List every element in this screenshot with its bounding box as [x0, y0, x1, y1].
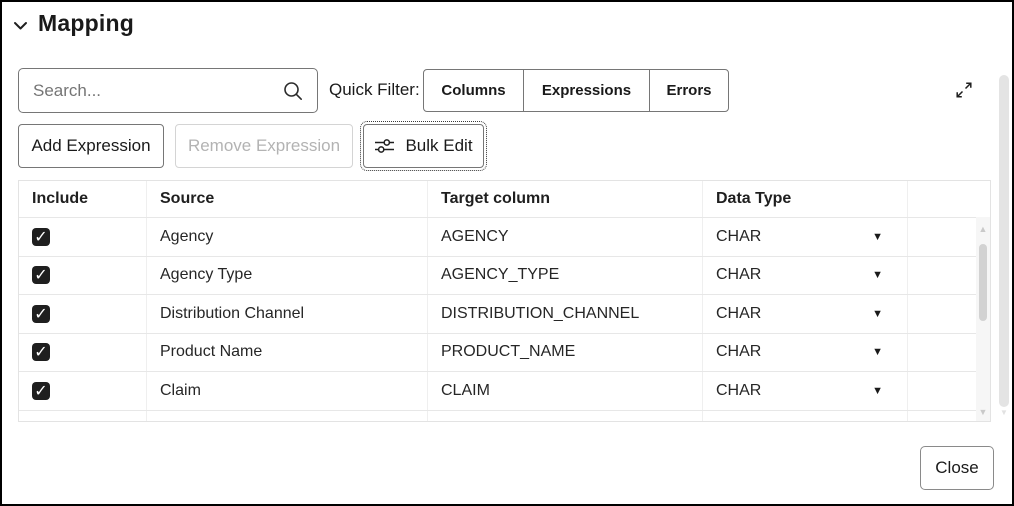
dropdown-arrow-icon[interactable]: ▼	[872, 308, 883, 320]
search-box	[18, 68, 318, 113]
dropdown-arrow-icon[interactable]: ▼	[872, 346, 883, 358]
target-column-cell: CLAIM	[428, 372, 703, 410]
dropdown-arrow-icon[interactable]: ▼	[872, 385, 883, 397]
data-type-dropdown[interactable]: CHAR ▼	[703, 334, 908, 372]
panel-header: Mapping	[12, 10, 134, 37]
quick-filter-label: Quick Filter:	[329, 80, 420, 100]
table-row-partial	[19, 410, 990, 423]
close-button[interactable]: Close	[920, 446, 994, 490]
mapping-panel: Mapping Quick Filter: Columns Expression…	[0, 0, 1014, 506]
dropdown-arrow-icon[interactable]: ▼	[872, 231, 883, 243]
table-row: ✓ Agency AGENCY CHAR ▼	[19, 217, 990, 256]
data-type-dropdown[interactable]: CHAR ▼	[703, 372, 908, 410]
mapping-table: Include Source Target column Data Type ✓…	[18, 180, 991, 422]
source-cell: Agency Type	[147, 257, 428, 295]
data-type-dropdown[interactable]: CHAR ▼	[703, 295, 908, 333]
quick-filter-group: Columns Expressions Errors	[423, 69, 729, 112]
filter-errors-button[interactable]: Errors	[649, 69, 729, 112]
filter-expressions-button[interactable]: Expressions	[523, 69, 650, 112]
remove-expression-button[interactable]: Remove Expression	[175, 124, 353, 168]
source-cell: Agency	[147, 218, 428, 256]
table-header-row: Include Source Target column Data Type	[19, 181, 990, 217]
expand-icon[interactable]	[952, 78, 976, 102]
table-row: ✓ Distribution Channel DISTRIBUTION_CHAN…	[19, 294, 990, 333]
include-checkbox[interactable]: ✓	[32, 343, 50, 361]
table-row: ✓ Product Name PRODUCT_NAME CHAR ▼	[19, 333, 990, 372]
data-type-dropdown[interactable]: CHAR ▼	[703, 218, 908, 256]
include-checkbox[interactable]: ✓	[32, 228, 50, 246]
source-cell: Claim	[147, 372, 428, 410]
target-column-cell: AGENCY	[428, 218, 703, 256]
table-scroll-up-icon[interactable]: ▲	[976, 224, 990, 234]
data-type-dropdown[interactable]: CHAR ▼	[703, 257, 908, 295]
table-row: ✓ Claim CLAIM CHAR ▼	[19, 371, 990, 410]
column-header-target-column: Target column	[428, 181, 703, 217]
source-cell: Product Name	[147, 334, 428, 372]
page-scroll-down-icon[interactable]: ▼	[999, 408, 1009, 417]
filter-columns-button[interactable]: Columns	[423, 69, 524, 112]
source-cell: Distribution Channel	[147, 295, 428, 333]
column-header-data-type: Data Type	[703, 181, 908, 217]
panel-title: Mapping	[38, 10, 134, 37]
target-column-cell: PRODUCT_NAME	[428, 334, 703, 372]
column-header-source: Source	[147, 181, 428, 217]
search-input[interactable]	[19, 81, 282, 101]
dropdown-arrow-icon[interactable]: ▼	[872, 269, 883, 281]
search-icon[interactable]	[282, 80, 317, 102]
sliders-icon	[374, 136, 395, 156]
table-row: ✓ Agency Type AGENCY_TYPE CHAR ▼	[19, 256, 990, 295]
include-checkbox[interactable]: ✓	[32, 305, 50, 323]
page-scrollbar-thumb[interactable]	[999, 75, 1009, 407]
bulk-edit-button[interactable]: Bulk Edit	[363, 124, 484, 168]
table-scroll-down-icon[interactable]: ▼	[976, 407, 990, 417]
column-header-extra	[908, 181, 990, 217]
add-expression-button[interactable]: Add Expression	[18, 124, 164, 168]
table-scrollbar[interactable]: ▲ ▼	[976, 217, 990, 422]
bulk-edit-label: Bulk Edit	[405, 136, 472, 156]
table-scrollbar-thumb[interactable]	[979, 244, 987, 321]
target-column-cell: DISTRIBUTION_CHANNEL	[428, 295, 703, 333]
table-body: ✓ Agency AGENCY CHAR ▼ ✓ Agency Type AGE…	[19, 217, 990, 410]
include-checkbox[interactable]: ✓	[32, 382, 50, 400]
collapse-chevron-icon[interactable]	[12, 17, 29, 34]
column-header-include: Include	[19, 181, 147, 217]
target-column-cell: AGENCY_TYPE	[428, 257, 703, 295]
include-checkbox[interactable]: ✓	[32, 266, 50, 284]
